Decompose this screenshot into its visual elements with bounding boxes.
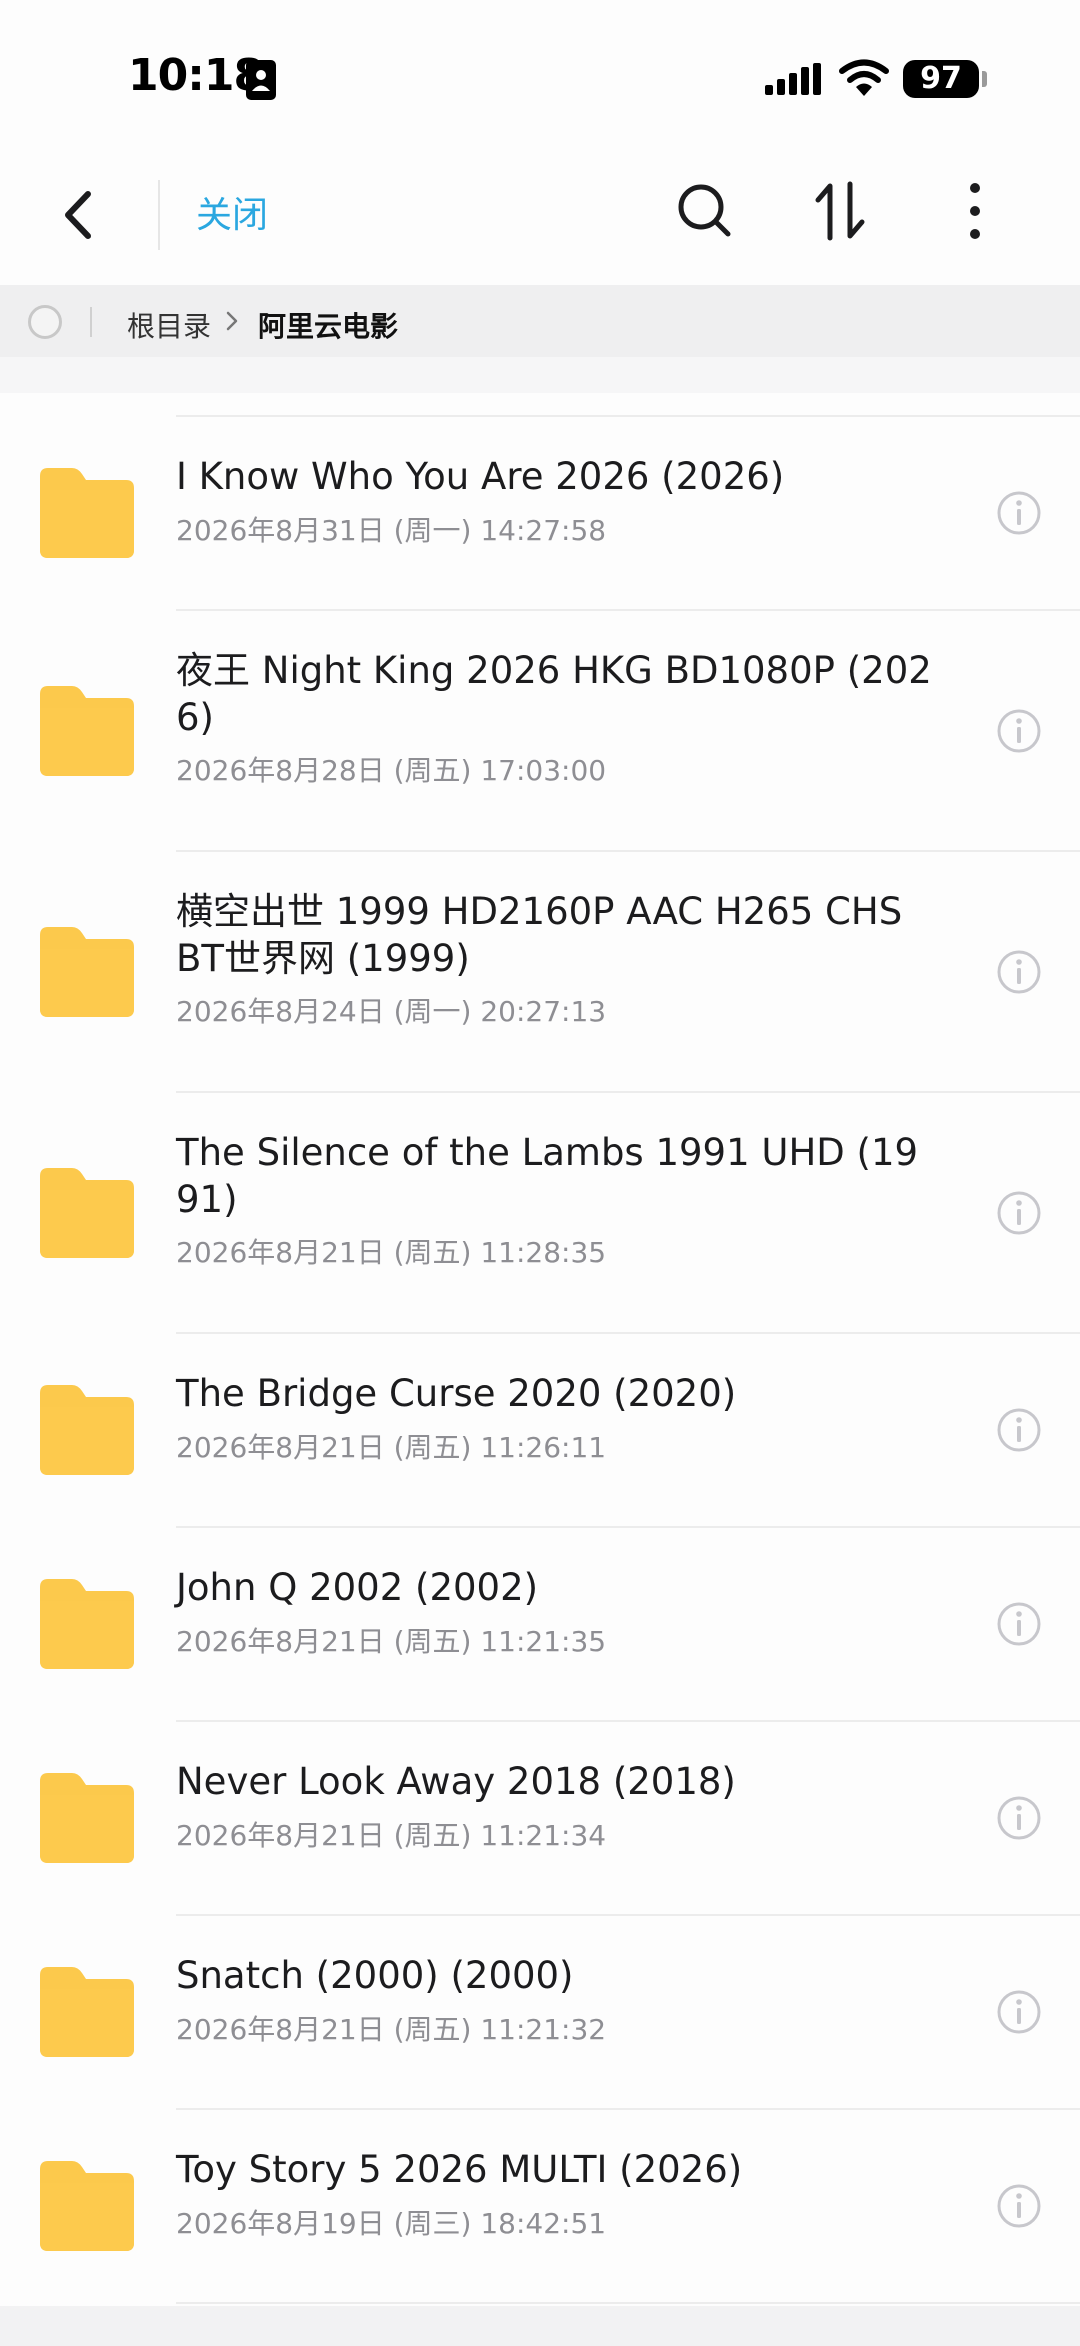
- status-bar: 10:18 97: [0, 0, 1080, 150]
- chevron-right-icon: [226, 311, 238, 331]
- folder-icon: [40, 1773, 134, 1863]
- breadcrumb: 根目录 阿里云电影: [0, 285, 1080, 357]
- nav-divider: [158, 180, 160, 250]
- cellular-signal-icon: [765, 63, 821, 95]
- folder-icon: [40, 1385, 134, 1475]
- info-icon[interactable]: [996, 1795, 1042, 1841]
- back-button[interactable]: [50, 180, 110, 250]
- file-row[interactable]: Toy Story 5 2026 MULTI (2026) 2026年8月19日 …: [0, 2110, 1080, 2304]
- file-row[interactable]: The Bridge Curse 2020 (2020) 2026年8月21日 (…: [0, 1334, 1080, 1528]
- battery-indicator: 97: [903, 60, 979, 98]
- file-row[interactable]: Never Look Away 2018 (2018) 2026年8月21日 (周…: [0, 1722, 1080, 1916]
- file-name: Snatch (2000) (2000): [176, 1954, 574, 1997]
- info-icon[interactable]: [996, 708, 1042, 754]
- info-icon[interactable]: [996, 1407, 1042, 1453]
- close-button[interactable]: 关闭: [196, 186, 268, 238]
- file-row[interactable]: John Q 2002 (2002) 2026年8月21日 (周五) 11:21:…: [0, 1528, 1080, 1722]
- file-row[interactable]: Snatch (2000) (2000) 2026年8月21日 (周五) 11:2…: [0, 1916, 1080, 2110]
- file-date: 2026年8月21日 (周五) 11:21:32: [176, 2013, 607, 2046]
- folder-icon: [40, 468, 134, 558]
- list-header-gap: [0, 357, 1080, 393]
- file-name: The Silence of the Lambs 1991 UHD (1991): [176, 1131, 919, 1221]
- wifi-icon: [839, 59, 889, 96]
- file-name: John Q 2002 (2002): [176, 1566, 539, 1609]
- file-row[interactable]: 横空出世 1999 HD2160P AAC H265 CHS BT世界网 (19…: [0, 852, 1080, 1093]
- info-icon[interactable]: [996, 1190, 1042, 1236]
- nav-bar: 关闭: [0, 150, 1080, 285]
- bottom-band: [0, 2306, 1080, 2346]
- info-icon[interactable]: [996, 1989, 1042, 2035]
- file-name: 夜王 Night King 2026 HKG BD1080P (2026): [176, 649, 932, 739]
- file-date: 2026年8月21日 (周五) 11:21:34: [176, 1819, 607, 1852]
- more-vertical-icon[interactable]: [950, 176, 1000, 246]
- folder-icon: [40, 686, 134, 776]
- info-icon[interactable]: [996, 1601, 1042, 1647]
- breadcrumb-current: 阿里云电影: [258, 310, 399, 343]
- file-row[interactable]: 夜王 Night King 2026 HKG BD1080P (2026) 202…: [0, 611, 1080, 852]
- file-date: 2026年8月28日 (周五) 17:03:00: [176, 754, 607, 787]
- breadcrumb-divider: [90, 307, 92, 337]
- folder-icon: [40, 1579, 134, 1669]
- file-date: 2026年8月21日 (周五) 11:26:11: [176, 1431, 607, 1464]
- folder-icon: [40, 2161, 134, 2251]
- file-date: 2026年8月24日 (周一) 20:27:13: [176, 995, 607, 1028]
- breadcrumb-root[interactable]: 根目录: [127, 305, 211, 345]
- info-icon[interactable]: [996, 2183, 1042, 2229]
- row-divider: [176, 2302, 1080, 2304]
- select-all-radio[interactable]: [28, 305, 62, 339]
- file-row[interactable]: I Know Who You Are 2026 (2026) 2026年8月31日…: [0, 417, 1080, 611]
- info-icon[interactable]: [996, 490, 1042, 536]
- file-name: Never Look Away 2018 (2018): [176, 1760, 736, 1803]
- search-icon[interactable]: [672, 178, 736, 242]
- info-icon[interactable]: [996, 949, 1042, 995]
- file-row[interactable]: The Silence of the Lambs 1991 UHD (1991)…: [0, 1093, 1080, 1334]
- file-name: I Know Who You Are 2026 (2026): [176, 455, 785, 498]
- file-date: 2026年8月21日 (周五) 11:21:35: [176, 1625, 607, 1658]
- status-time: 10:18: [128, 50, 264, 101]
- folder-icon: [40, 1168, 134, 1258]
- file-date: 2026年8月31日 (周一) 14:27:58: [176, 514, 607, 547]
- file-name: 横空出世 1999 HD2160P AAC H265 CHS BT世界网 (19…: [176, 890, 903, 980]
- file-name: Toy Story 5 2026 MULTI (2026): [176, 2148, 743, 2191]
- file-name: The Bridge Curse 2020 (2020): [176, 1372, 737, 1415]
- battery-nub: [982, 71, 987, 87]
- file-date: 2026年8月19日 (周三) 18:42:51: [176, 2207, 607, 2240]
- sort-icon[interactable]: [808, 176, 872, 246]
- contact-card-icon: [246, 60, 276, 100]
- folder-icon: [40, 1967, 134, 2057]
- folder-icon: [40, 927, 134, 1017]
- file-date: 2026年8月21日 (周五) 11:28:35: [176, 1236, 607, 1269]
